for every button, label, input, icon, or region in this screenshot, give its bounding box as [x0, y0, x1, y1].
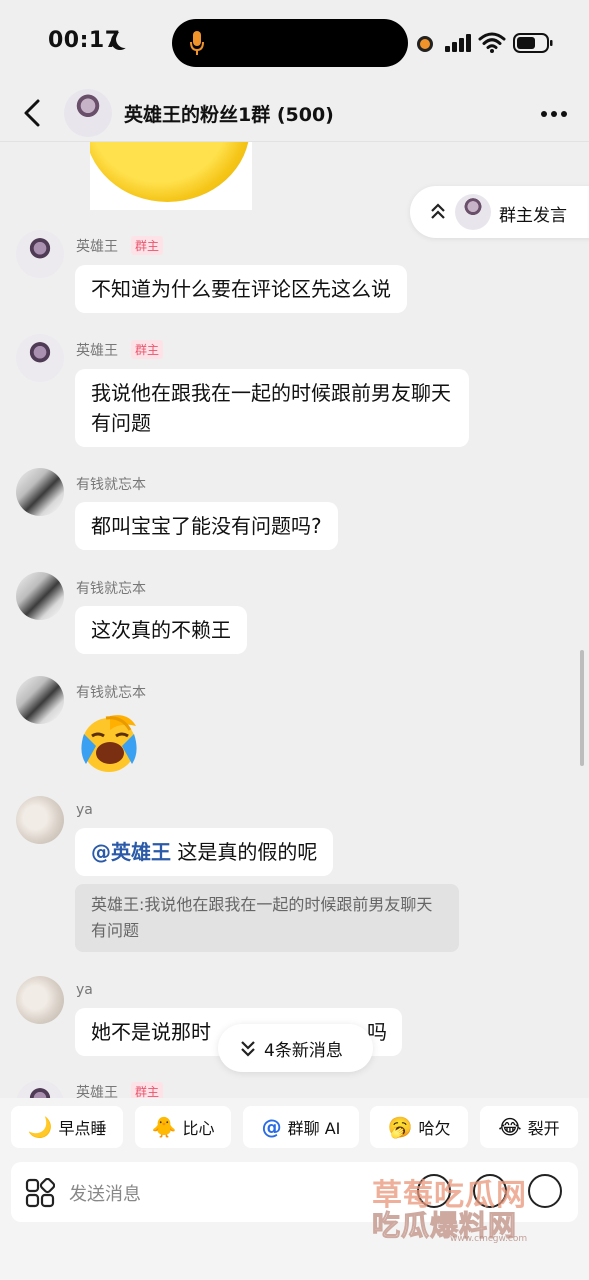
yawn-icon: 🥱 — [387, 1115, 413, 1139]
group-avatar[interactable] — [64, 89, 112, 137]
message-bubble[interactable]: 不知道为什么要在评论区先这么说 — [75, 265, 407, 313]
dynamic-island — [172, 19, 408, 67]
mention-link[interactable]: @英雄王 — [91, 840, 171, 864]
recording-indicator-icon — [417, 36, 433, 52]
quoted-message[interactable]: 英雄王:我说他在跟我在一起的时候跟前男友聊天有问题 — [75, 884, 459, 952]
new-messages-button[interactable]: 4条新消息 — [218, 1024, 373, 1072]
quick-reply-bar: 🌙 早点睡 🐥 比心 @ 群聊 AI 🥱 哈欠 😂 裂开 — [0, 1098, 589, 1160]
quick-reply-yawn[interactable]: 🥱 哈欠 — [370, 1106, 468, 1148]
moon-icon: 🌙 — [27, 1115, 53, 1139]
owner-messages-button[interactable]: 群主发言 — [410, 186, 589, 238]
message-bubble[interactable]: 我说他在跟我在一起的时候跟前男友聊天有问题 — [75, 369, 469, 447]
avatar[interactable] — [16, 796, 64, 844]
quick-reply-label: 群聊 AI — [287, 1119, 341, 1138]
avatar[interactable] — [16, 572, 64, 620]
quick-reply-group-ai[interactable]: @ 群聊 AI — [243, 1106, 359, 1148]
quick-reply-heart[interactable]: 🐥 比心 — [135, 1106, 231, 1148]
sender-name: 英雄王 — [76, 343, 118, 359]
message-item-partial: 英雄王 群主 — [0, 1080, 589, 1098]
owner-avatar — [455, 194, 491, 230]
quick-reply-label: 早点睡 — [58, 1119, 107, 1138]
avatar[interactable] — [16, 468, 64, 516]
new-messages-label: 4条新消息 — [264, 1041, 343, 1061]
watermark-url: www.cmcgw.com — [450, 1234, 528, 1244]
sender-name: ya — [76, 802, 93, 818]
sender-name: 英雄王 — [76, 239, 118, 255]
input-placeholder: 发送消息 — [69, 1184, 141, 1205]
message-text: 她不是说那时 — [91, 1020, 211, 1044]
microphone-icon — [190, 31, 204, 55]
status-bar: 00:17 — [0, 0, 589, 86]
double-chevron-down-icon — [241, 1041, 255, 1057]
avatar[interactable] — [16, 334, 64, 382]
avatar[interactable] — [16, 230, 64, 278]
sender-name: 英雄王 — [76, 1085, 118, 1098]
crack-icon: 😂 — [498, 1115, 522, 1139]
message-text: 这是真的假的呢 — [171, 840, 318, 864]
avatar[interactable] — [16, 676, 64, 724]
more-options-icon[interactable] — [540, 110, 568, 118]
avatar[interactable] — [16, 1080, 64, 1098]
at-sign-icon: @ — [261, 1115, 282, 1139]
apps-grid-icon[interactable] — [25, 1178, 55, 1208]
message-bubble[interactable]: 这次真的不赖王 — [75, 606, 247, 654]
sticker-image[interactable] — [90, 142, 252, 210]
group-title[interactable]: 英雄王的粉丝1群 (500) — [124, 100, 334, 127]
scrollbar[interactable] — [580, 650, 584, 766]
crying-emoji-icon[interactable] — [76, 712, 142, 774]
owner-badge: 群主 — [131, 236, 164, 255]
sender-name: ya — [76, 982, 93, 998]
avatar[interactable] — [16, 976, 64, 1024]
quick-reply-label: 比心 — [182, 1119, 215, 1138]
wifi-icon — [478, 32, 506, 53]
owner-messages-label: 群主发言 — [499, 206, 567, 226]
watermark-logo: 草莓吃瓜网 吃瓜爆料网 www.cmcgw.com — [371, 1170, 584, 1244]
double-chevron-up-icon — [431, 203, 445, 219]
cellular-signal-icon — [445, 34, 471, 52]
battery-icon — [513, 33, 553, 53]
sender-name: 有钱就忘本 — [76, 685, 146, 701]
back-arrow-icon[interactable] — [20, 98, 46, 128]
message-bubble[interactable]: @英雄王 这是真的假的呢 — [75, 828, 334, 876]
status-time: 00:17 — [48, 28, 121, 53]
chat-header: 英雄王的粉丝1群 (500) — [0, 86, 589, 142]
quick-reply-crack[interactable]: 😂 裂开 — [480, 1106, 578, 1148]
message-bubble[interactable]: 都叫宝宝了能没有问题吗? — [75, 502, 338, 550]
sender-name: 有钱就忘本 — [76, 477, 146, 493]
owner-badge: 群主 — [131, 340, 164, 359]
quick-reply-label: 哈欠 — [418, 1119, 451, 1138]
owner-badge: 群主 — [131, 1082, 164, 1098]
quick-reply-label: 裂开 — [527, 1119, 560, 1138]
chick-heart-icon: 🐥 — [151, 1115, 177, 1139]
quick-reply-sleep[interactable]: 🌙 早点睡 — [11, 1106, 123, 1148]
sender-name: 有钱就忘本 — [76, 581, 146, 597]
moon-icon — [116, 30, 134, 48]
